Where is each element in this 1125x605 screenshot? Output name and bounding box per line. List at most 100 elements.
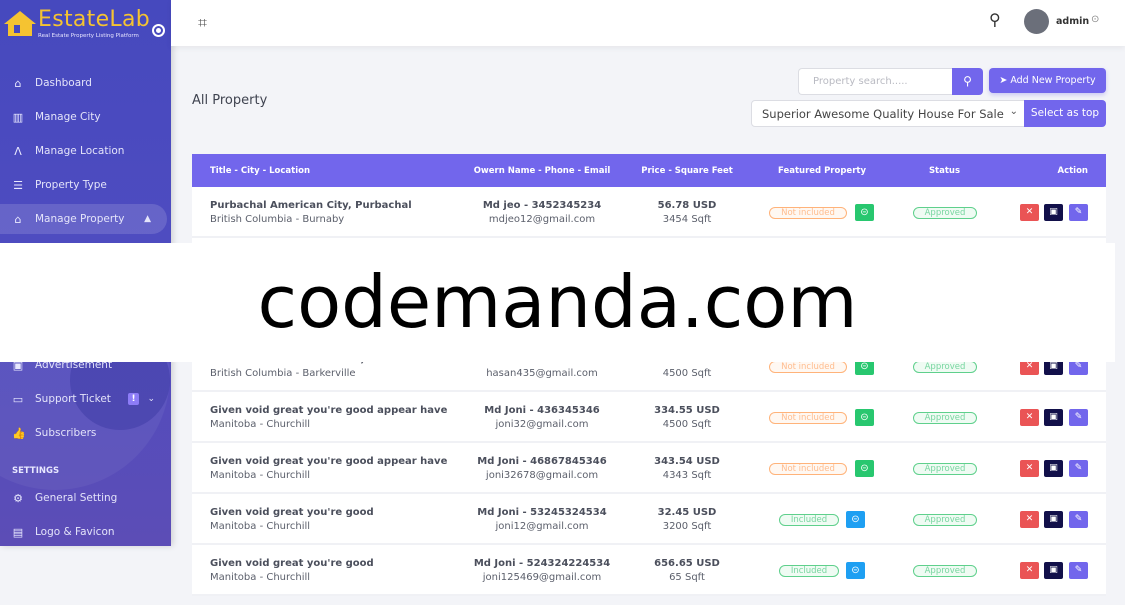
sidebar-item-manage-location[interactable]: Λ Manage Location (0, 136, 171, 166)
edit-button[interactable]: ✎ (1069, 409, 1088, 426)
sidebar-item-support-ticket[interactable]: ▭ Support Ticket! ⌄ (0, 384, 171, 414)
status-badge: Approved (913, 361, 977, 373)
toggle-featured-button[interactable]: ⊝ (855, 460, 874, 477)
top-property-select[interactable]: Superior Awesome Quality House For Sale ⌄ (751, 100, 1025, 127)
owner-phone: Md Joni - 524324224534 (473, 558, 611, 569)
toggle-featured-button[interactable]: ⊝ (846, 511, 865, 528)
owner-email: mdjeo12@gmail.com (488, 214, 596, 225)
chevron-up-icon: ▲ (144, 214, 151, 224)
owner-phone: Md Joni - 436345346 (484, 405, 600, 416)
status-badge: Approved (913, 463, 977, 475)
briefcase-button[interactable]: ▣ (1044, 409, 1063, 426)
owner-email: joni12@gmail.com (495, 521, 589, 532)
property-location: British Columbia - Burnaby (210, 214, 345, 225)
chevron-down-icon[interactable]: ⊙ (1091, 14, 1099, 25)
edit-button[interactable]: ✎ (1069, 562, 1088, 579)
status-badge: Approved (913, 207, 977, 219)
briefcase-button[interactable]: ▣ (1044, 511, 1063, 528)
search-button[interactable]: ⚲ (952, 68, 983, 95)
collapse-icon[interactable]: ⌗ (198, 13, 207, 33)
add-new-property-button[interactable]: ➤ Add New Property (989, 68, 1106, 93)
property-title: Given void great you're good appear have (210, 405, 448, 416)
area: 4500 Sqft (662, 419, 712, 430)
home-icon: ⌂ (14, 76, 22, 90)
briefcase-button[interactable]: ▣ (1044, 204, 1063, 221)
house-icon: ⌂ (14, 212, 22, 226)
featured-badge: Included (779, 565, 839, 577)
house-logo-icon (4, 11, 36, 36)
list-icon: ☰ (13, 178, 23, 192)
status-badge: Approved (913, 514, 977, 526)
ticket-icon: ▭ (12, 392, 24, 406)
property-location: Manitoba - Churchill (210, 521, 311, 532)
sidebar-toggle[interactable] (152, 24, 165, 37)
owner-phone: Md jeo - 3452345234 (482, 200, 602, 211)
toggle-featured-button[interactable]: ⊝ (846, 562, 865, 579)
delete-button[interactable]: ✕ (1020, 562, 1039, 579)
owner-email: joni32@gmail.com (495, 419, 589, 430)
property-location: Manitoba - Churchill (210, 572, 311, 583)
image-icon: ▤ (12, 525, 24, 539)
property-location: Manitoba - Churchill (210, 470, 311, 481)
delete-button[interactable]: ✕ (1020, 511, 1039, 528)
sidebar-item-manage-property[interactable]: ⌂ Manage Property ▲ (0, 204, 167, 234)
send-icon: ➤ (999, 75, 1011, 86)
property-search-input[interactable]: Property search..... (798, 68, 952, 95)
price: 343.54 USD (654, 456, 720, 467)
area: 3454 Sqft (662, 214, 712, 225)
location-icon: Λ (14, 144, 22, 158)
sidebar-item-manage-city[interactable]: ▥ Manage City (0, 102, 171, 132)
briefcase-button[interactable]: ▣ (1044, 562, 1063, 579)
featured-badge: Not included (769, 361, 847, 373)
toggle-featured-button[interactable]: ⊝ (855, 409, 874, 426)
edit-button[interactable]: ✎ (1069, 204, 1088, 221)
price: 334.55 USD (654, 405, 720, 416)
delete-button[interactable]: ✕ (1020, 204, 1039, 221)
area: 4500 Sqft (662, 368, 712, 379)
owner-email: joni32678@gmail.com (485, 470, 599, 481)
owner-phone: Md Joni - 46867845346 (477, 456, 607, 467)
delete-button[interactable]: ✕ (1020, 460, 1039, 477)
price: 56.78 USD (657, 200, 717, 211)
search-icon: ⚲ (963, 74, 972, 88)
property-location: Manitoba - Churchill (210, 419, 311, 430)
property-location: British Columbia - Barkerville (210, 368, 356, 379)
logo[interactable]: EstateLab Real Estate Property Listing Pl… (2, 8, 165, 39)
edit-button[interactable]: ✎ (1069, 460, 1088, 477)
sidebar-item-logo-favicon[interactable]: ▤ Logo & Favicon (0, 517, 171, 546)
building-icon: ▥ (12, 110, 24, 124)
edit-button[interactable]: ✎ (1069, 511, 1088, 528)
avatar[interactable] (1024, 9, 1049, 34)
sidebar-item-property-type[interactable]: ☰ Property Type (0, 170, 171, 200)
table-row: Given void great you're good Manitoba - … (192, 494, 1106, 545)
sidebar-item-dashboard[interactable]: ⌂ Dashboard (0, 68, 171, 98)
property-table: Title - City - Location Owern Name - Pho… (192, 154, 1106, 596)
search-icon[interactable]: ⚲ (989, 10, 1001, 29)
briefcase-button[interactable]: ▣ (1044, 460, 1063, 477)
property-title: Purbachal American City, Purbachal (210, 200, 412, 211)
status-badge: Approved (913, 412, 977, 424)
property-title: Given void great you're good (210, 558, 374, 569)
price: 656.65 USD (654, 558, 720, 569)
toggle-featured-button[interactable]: ⊝ (855, 204, 874, 221)
sidebar-item-subscribers[interactable]: 👍 Subscribers (0, 418, 171, 448)
sidebar-item-general-setting[interactable]: ⚙ General Setting (0, 483, 171, 513)
select-as-top-button[interactable]: Select as top (1024, 100, 1106, 127)
page-title: All Property (192, 93, 268, 108)
watermark: codemanda.com (0, 243, 1115, 362)
table-row: Given void great you're good appear have… (192, 443, 1106, 494)
owner-phone: Md Joni - 53245324534 (477, 507, 607, 518)
gear-icon: ⚙ (13, 491, 23, 505)
featured-badge: Not included (769, 463, 847, 475)
chevron-down-icon: ⌄ (147, 394, 155, 404)
delete-button[interactable]: ✕ (1020, 409, 1039, 426)
owner-email: hasan435@gmail.com (486, 368, 598, 379)
table-row: Given void great you're good Manitoba - … (192, 545, 1106, 596)
area: 65 Sqft (669, 572, 705, 583)
featured-badge: Included (779, 514, 839, 526)
table-header: Title - City - Location Owern Name - Pho… (192, 154, 1106, 187)
user-name[interactable]: admin (1056, 16, 1089, 27)
alert-badge: ! (128, 393, 139, 405)
featured-badge: Not included (769, 207, 847, 219)
area: 4343 Sqft (662, 470, 712, 481)
